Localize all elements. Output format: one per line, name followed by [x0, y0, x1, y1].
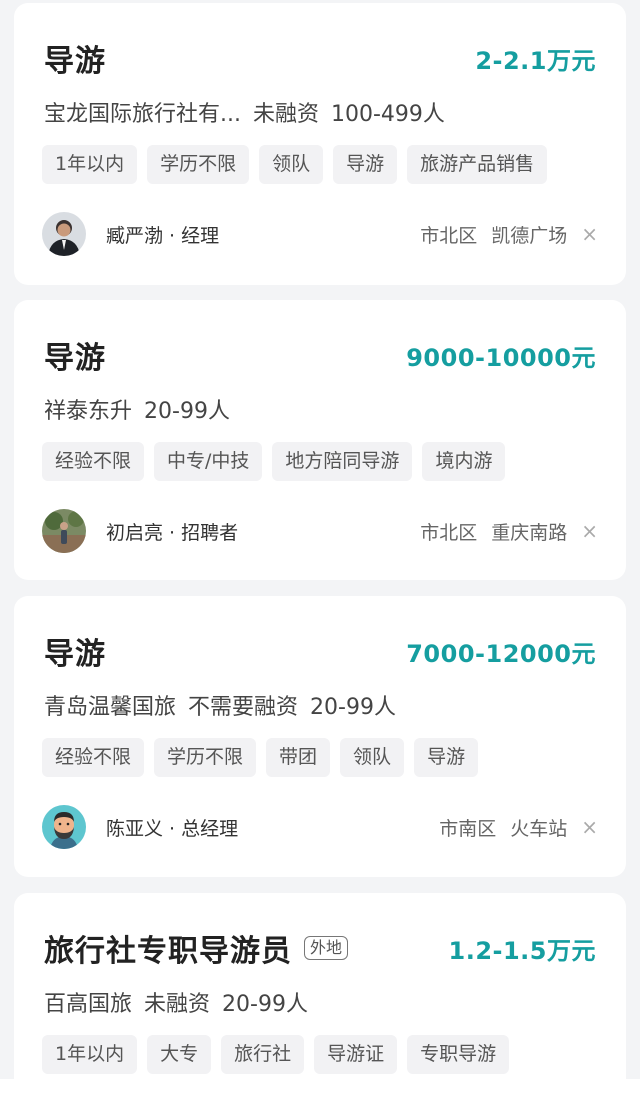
recruiter-name: 臧严渤 · 经理 — [106, 224, 220, 247]
job-tags: 经验不限 学历不限 带团 领队 导游 — [42, 738, 606, 778]
district: 市南区 — [439, 817, 497, 840]
recruiter-name: 初启亮 · 招聘者 — [106, 521, 239, 544]
district: 市北区 — [420, 521, 478, 544]
recruiter: 臧严渤 · 经理 — [42, 212, 219, 256]
job-tag: 境内游 — [422, 442, 506, 481]
company-name: 宝龙国际旅行社有... — [44, 102, 241, 127]
job-tag: 经验不限 — [42, 442, 145, 481]
job-card[interactable]: 旅行社专职导游员 外地 1.2-1.5万元 百高国旅 未融资 20-99人 1年… — [14, 893, 626, 1093]
salary: 1.2-1.5万元 — [448, 936, 596, 965]
district: 市北区 — [420, 224, 478, 247]
funding-stage: 不需要融资 — [188, 695, 299, 720]
job-tag: 1年以内 — [42, 145, 138, 184]
remote-badge: 外地 — [304, 936, 349, 960]
job-header: 导游 2-2.1万元 — [44, 37, 596, 79]
job-card[interactable]: 导游 7000-12000元 青岛温馨国旅 不需要融资 20-99人 经验不限 … — [14, 596, 626, 877]
company-info: 百高国旅 未融资 20-99人 — [44, 985, 596, 1019]
salary: 9000-10000元 — [406, 343, 596, 372]
salary: 7000-12000元 — [406, 639, 596, 668]
avatar — [42, 805, 86, 849]
recruiter: 陈亚义 · 总经理 — [42, 805, 238, 849]
job-footer: 臧严渤 · 经理 市北区 凯德广场 × — [42, 211, 598, 257]
job-tags: 1年以内 大专 旅行社 导游证 专职导游 — [42, 1035, 606, 1075]
business-area: 火车站 — [510, 817, 568, 840]
business-area: 凯德广场 — [491, 224, 568, 247]
recruiter: 初启亮 · 招聘者 — [42, 509, 238, 553]
job-tag: 领队 — [340, 738, 405, 777]
business-area: 重庆南路 — [491, 521, 568, 544]
job-tag: 导游 — [333, 145, 398, 184]
job-tag: 经验不限 — [42, 738, 145, 777]
job-footer: 陈亚义 · 总经理 市南区 火车站 × — [42, 804, 598, 850]
company-name: 百高国旅 — [44, 992, 133, 1017]
recruiter-name: 陈亚义 · 总经理 — [106, 817, 239, 840]
job-tag: 1年以内 — [42, 1035, 138, 1074]
job-tag: 学历不限 — [147, 145, 250, 184]
close-icon[interactable]: × — [581, 222, 598, 246]
job-title: 旅行社专职导游员 — [44, 934, 292, 969]
job-footer: 初启亮 · 招聘者 市北区 重庆南路 × — [42, 508, 598, 554]
close-icon[interactable]: × — [581, 519, 598, 543]
job-card[interactable]: 导游 9000-10000元 祥泰东升 20-99人 经验不限 中专/中技 地方… — [14, 300, 626, 580]
job-tag: 专职导游 — [407, 1035, 510, 1074]
location: 市南区 火车站 × — [439, 814, 598, 841]
funding-stage: 未融资 — [144, 992, 211, 1017]
job-title: 导游 — [44, 44, 106, 79]
job-tag: 领队 — [259, 145, 324, 184]
job-tag: 导游 — [414, 738, 479, 777]
job-tag: 旅行社 — [221, 1035, 305, 1074]
bottom-tab-bar — [0, 1079, 640, 1093]
company-info: 祥泰东升 20-99人 — [44, 392, 596, 426]
company-info: 青岛温馨国旅 不需要融资 20-99人 — [44, 688, 596, 722]
job-tag: 导游证 — [314, 1035, 398, 1074]
job-header: 导游 7000-12000元 — [44, 630, 596, 672]
job-tag: 地方陪同导游 — [272, 442, 413, 481]
funding-stage: 未融资 — [252, 102, 319, 127]
job-title: 导游 — [44, 637, 106, 672]
avatar — [42, 509, 86, 553]
company-info: 宝龙国际旅行社有... 未融资 100-499人 — [44, 95, 596, 129]
avatar — [42, 212, 86, 256]
job-tags: 经验不限 中专/中技 地方陪同导游 境内游 — [42, 442, 606, 482]
salary: 2-2.1万元 — [475, 46, 596, 75]
job-tag: 带团 — [266, 738, 331, 777]
company-name: 青岛温馨国旅 — [44, 695, 177, 720]
job-tags: 1年以内 学历不限 领队 导游 旅游产品销售 — [42, 145, 606, 185]
job-tag: 中专/中技 — [154, 442, 263, 481]
job-header: 导游 9000-10000元 — [44, 334, 596, 376]
job-card[interactable]: 导游 2-2.1万元 宝龙国际旅行社有... 未融资 100-499人 1年以内… — [14, 3, 626, 285]
company-name: 祥泰东升 — [44, 399, 133, 424]
company-size: 20-99人 — [310, 695, 396, 720]
company-size: 100-499人 — [331, 102, 445, 127]
job-tag: 大专 — [147, 1035, 212, 1074]
location: 市北区 重庆南路 × — [420, 518, 598, 545]
job-title: 导游 — [44, 341, 106, 376]
job-tag: 学历不限 — [154, 738, 257, 777]
close-icon[interactable]: × — [581, 815, 598, 839]
location: 市北区 凯德广场 × — [420, 221, 598, 248]
company-size: 20-99人 — [222, 992, 308, 1017]
job-header: 旅行社专职导游员 外地 1.2-1.5万元 — [44, 927, 596, 969]
job-tag: 旅游产品销售 — [407, 145, 548, 184]
company-size: 20-99人 — [144, 399, 230, 424]
